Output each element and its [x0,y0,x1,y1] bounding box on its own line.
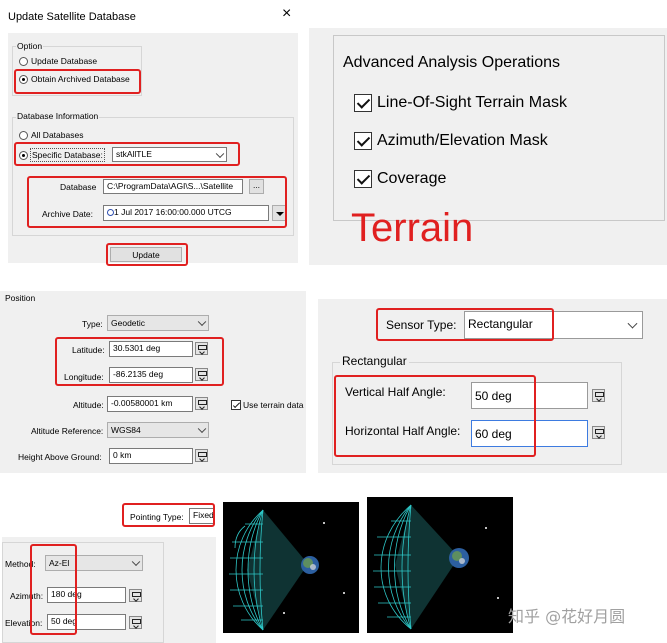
option-group-label: Option [16,41,44,51]
use-terrain-checkbox[interactable] [231,400,241,410]
horizontal-units-icon[interactable] [592,426,605,439]
all-databases-label: All Databases [31,130,84,140]
highlight-half-angles [334,375,536,457]
rectangular-group-label: Rectangular [340,354,409,368]
type-combo[interactable]: Geodetic [107,315,209,331]
advanced-analysis-panel: Advanced Analysis Operations Line-Of-Sig… [309,28,667,265]
los-terrain-label: Line-Of-Sight Terrain Mask [377,94,567,111]
type-label: Type: [82,319,103,329]
chevron-down-icon [197,317,207,327]
altitude-reference-value: WGS84 [111,425,141,435]
sensor-view-2 [367,497,513,633]
star [485,527,487,529]
azimuth-units-icon[interactable] [129,589,142,602]
az-el-mask-label: Azimuth/Elevation Mask [377,132,548,149]
highlight-sensor-type [376,308,554,341]
update-db-dialog: Update Satellite Database × Option Updat… [0,0,300,266]
highlight-database-archive [27,176,287,228]
watermark: 知乎 @花好月圆 [508,607,626,626]
height-units-icon[interactable] [195,449,208,462]
highlight-lat-lon [55,337,224,386]
altitude-reference-combo[interactable]: WGS84 [107,422,209,438]
chevron-down-icon [197,424,207,434]
az-el-mask-checkbox[interactable] [354,132,372,150]
sensor-cone-graphic [373,504,469,630]
chevron-down-icon [627,318,638,329]
type-value: Geodetic [111,318,146,328]
elevation-units-icon[interactable] [129,616,142,629]
altitude-label: Altitude: [73,400,104,410]
sensor-cone-graphic [229,509,319,631]
altitude-reference-label: Altitude Reference: [31,426,104,436]
close-icon[interactable]: × [282,5,291,23]
all-databases-radio[interactable] [19,131,28,140]
update-database-label: Update Database [31,56,98,66]
sensor-view-1 [223,502,359,633]
position-group-label: Position [5,293,36,303]
coverage-label: Coverage [377,170,447,187]
star [343,592,345,594]
star [497,597,499,599]
highlight-obtain [14,69,141,94]
advanced-title: Advanced Analysis Operations [343,54,561,72]
pointing-panel: Pointing Type: Fixed Method: Az-El Azimu… [2,497,216,643]
highlight-update [106,243,188,266]
vertical-units-icon[interactable] [592,389,605,402]
los-terrain-checkbox[interactable] [354,94,372,112]
dialog-title: Update Satellite Database [8,11,136,23]
highlight-method-az-el [30,544,77,635]
coverage-checkbox[interactable] [354,170,372,188]
dbinfo-group-label: Database Information [16,111,100,121]
sensor-panel: Sensor Type: Rectangular Rectangular Ver… [318,299,667,473]
star [323,522,325,524]
altitude-units-icon[interactable] [195,397,208,410]
height-above-ground-label: Height Above Ground: [18,452,102,462]
position-panel: Position Type: Geodetic Latitude: 30.530… [0,291,306,473]
highlight-pointing-type [122,503,215,527]
star [283,612,285,614]
terrain-annotation: Terrain [351,206,474,250]
chevron-down-icon [131,557,141,567]
altitude-field[interactable]: -0.00580001 km [107,396,193,412]
use-terrain-label: Use terrain data [243,400,304,410]
highlight-specific [14,142,240,166]
height-above-ground-field[interactable]: 0 km [109,448,193,464]
update-database-radio[interactable] [19,57,28,66]
